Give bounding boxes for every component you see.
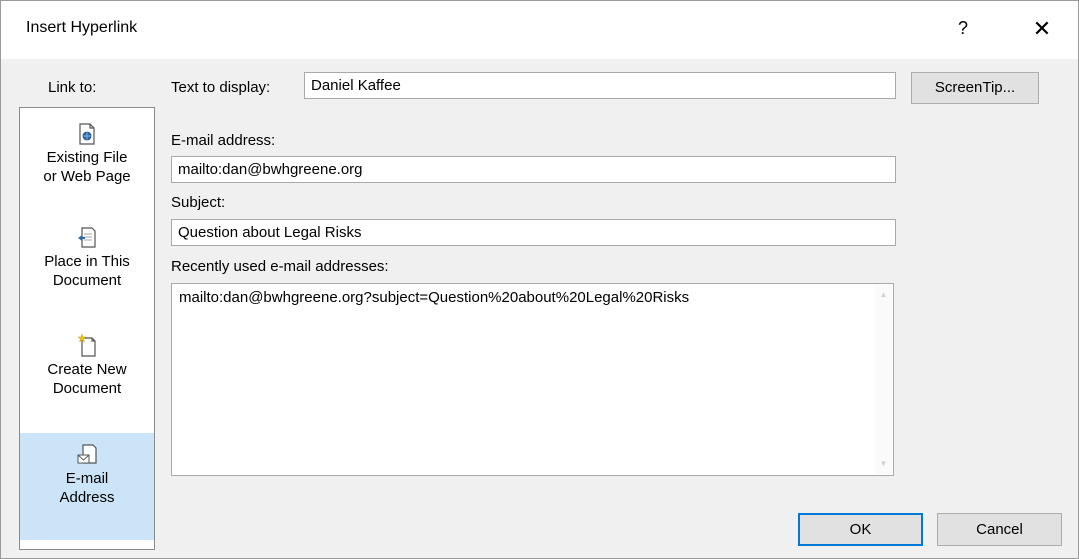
listbox-scrollbar[interactable]: ▲ ▼ <box>875 285 892 474</box>
create-new-document-label-2: Document <box>52 380 122 397</box>
text-to-display-label: Text to display: <box>171 79 271 96</box>
link-to-existing-file[interactable]: Existing File or Web Page <box>20 122 154 204</box>
subject-label: Subject: <box>171 194 226 211</box>
title-bar: Insert Hyperlink ? ✕ <box>1 1 1078 59</box>
cancel-button[interactable]: Cancel <box>937 513 1062 546</box>
email-address-label-1: E-mail <box>65 470 109 487</box>
subject-input[interactable]: Question about Legal Risks <box>171 219 896 246</box>
scroll-up-icon[interactable]: ▲ <box>878 291 889 299</box>
existing-file-icon <box>79 123 95 145</box>
help-button[interactable]: ? <box>953 15 973 41</box>
existing-file-label-1: Existing File <box>46 149 128 166</box>
email-address-label: E-mail address: <box>171 132 276 149</box>
text-to-display-input[interactable]: Daniel Kaffee <box>304 72 896 99</box>
email-address-label-2: Address <box>59 489 115 506</box>
recently-used-listbox[interactable]: mailto:dan@bwhgreene.org?subject=Questio… <box>171 283 894 476</box>
close-button[interactable]: ✕ <box>1022 11 1062 47</box>
place-in-document-label-2: Document <box>52 272 122 289</box>
list-item[interactable]: mailto:dan@bwhgreene.org?subject=Questio… <box>179 289 689 306</box>
insert-hyperlink-dialog: Insert Hyperlink ? ✕ Link to: Existing F… <box>0 0 1079 559</box>
ok-button[interactable]: OK <box>798 513 923 546</box>
email-address-input[interactable]: mailto:dan@bwhgreene.org <box>171 156 896 183</box>
link-to-label: Link to: <box>48 79 97 96</box>
recently-used-label: Recently used e-mail addresses: <box>171 258 389 275</box>
place-in-document-icon <box>78 227 96 248</box>
create-new-document-icon <box>77 334 96 357</box>
link-to-panel: Existing File or Web Page Place in This … <box>19 107 155 550</box>
create-new-document-label-1: Create New <box>47 361 127 378</box>
existing-file-label-2: or Web Page <box>43 168 131 185</box>
scroll-down-icon[interactable]: ▼ <box>878 460 889 468</box>
link-to-place-in-document[interactable]: Place in This Document <box>20 226 154 308</box>
link-to-create-new-document[interactable]: Create New Document <box>20 334 154 416</box>
dialog-title: Insert Hyperlink <box>26 19 138 36</box>
link-to-email-address[interactable]: E-mail Address <box>20 433 154 540</box>
screentip-button[interactable]: ScreenTip... <box>911 72 1039 104</box>
place-in-document-label-1: Place in This <box>44 253 130 270</box>
email-address-icon <box>77 444 97 464</box>
